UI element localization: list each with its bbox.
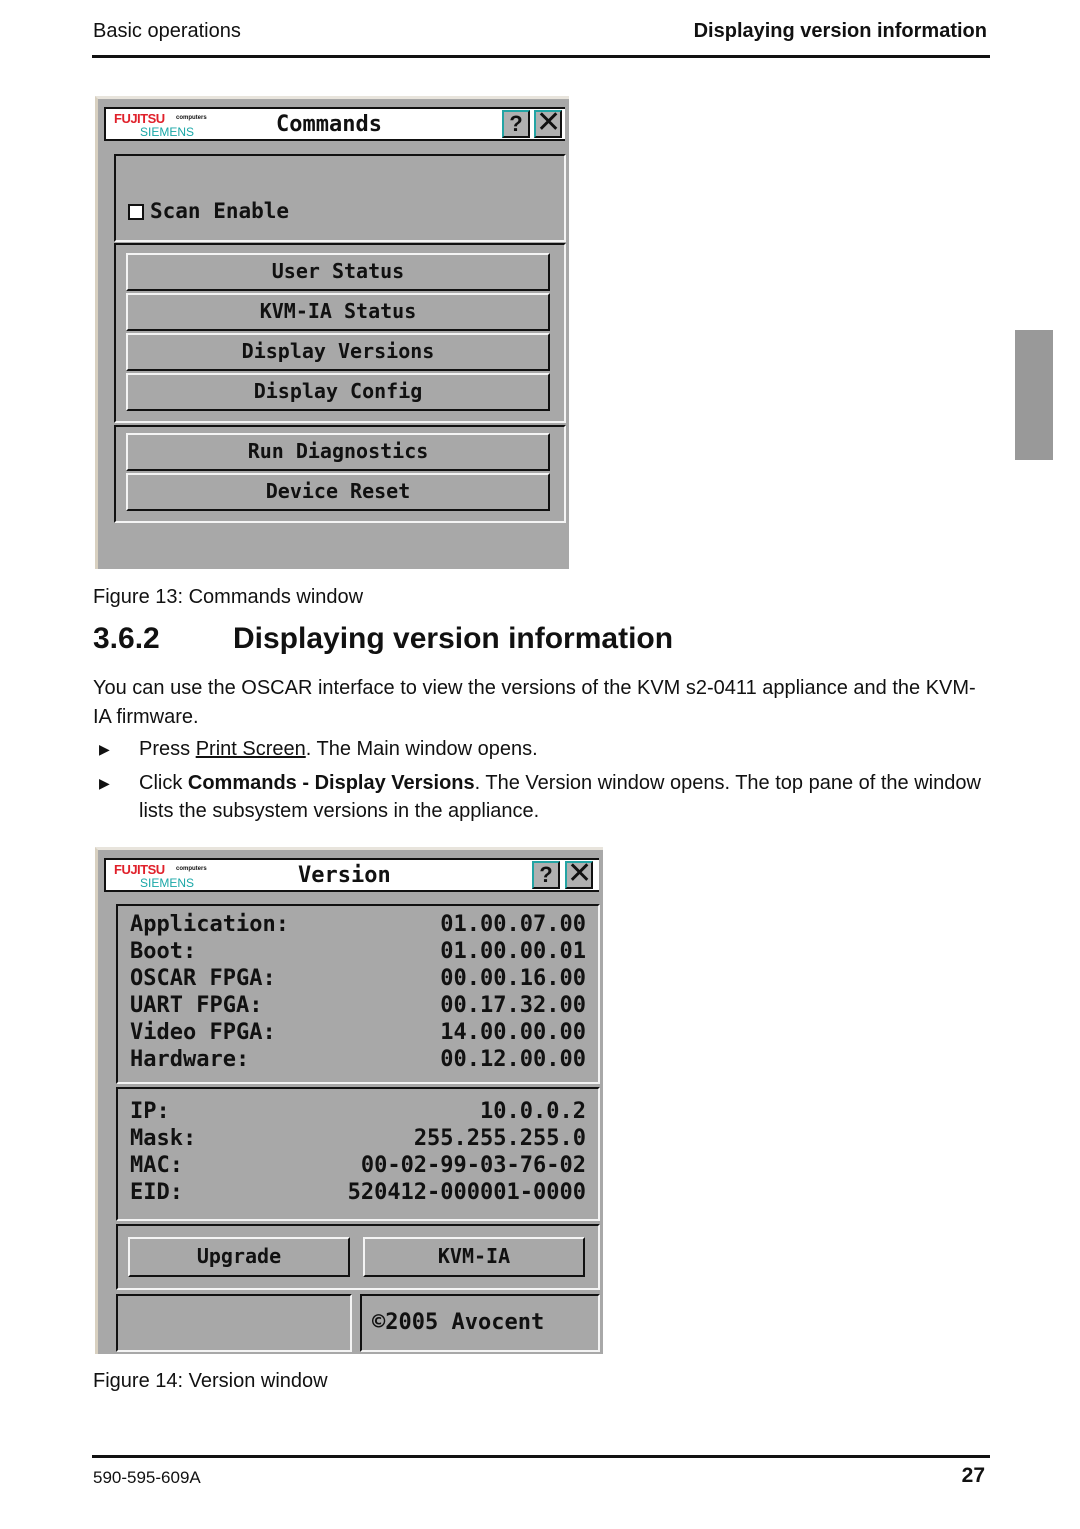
version-titlebar: FUJITSU computers SIEMENS Version ? ✕ <box>104 858 599 892</box>
display-versions-button[interactable]: Display Versions <box>126 333 550 371</box>
version-row: OSCAR FPGA: 00.00.16.00 <box>130 966 586 991</box>
display-config-button[interactable]: Display Config <box>126 373 550 411</box>
section-number: 3.6.2 <box>93 622 160 655</box>
network-pane: IP: 10.0.0.2 Mask: 255.255.255.0 MAC: 00-02… <box>116 1087 600 1221</box>
version-row: Hardware: 00.12.00.00 <box>130 1047 586 1072</box>
step-item: ▶ Click Commands - Display Versions. The… <box>93 769 993 825</box>
kvm-ia-status-button[interactable]: KVM-IA Status <box>126 293 550 331</box>
running-header-section: Basic operations <box>93 20 241 42</box>
figure-14-caption: Figure 14: Version window <box>93 1370 328 1392</box>
version-window: FUJITSU computers SIEMENS Version ? ✕ Ap… <box>95 847 603 1354</box>
scan-enable-label[interactable]: Scan Enable <box>150 199 289 223</box>
section-heading: 3.6.2 Displaying version information <box>93 622 673 656</box>
bullet-arrow-icon: ▶ <box>99 775 110 791</box>
figure-13-caption: Figure 13: Commands window <box>93 586 364 608</box>
scan-enable-checkbox[interactable] <box>128 204 144 220</box>
help-button[interactable]: ? <box>502 110 530 138</box>
network-row: Mask: 255.255.255.0 <box>130 1126 586 1151</box>
bullet-arrow-icon: ▶ <box>99 741 110 757</box>
device-reset-button[interactable]: Device Reset <box>126 473 550 511</box>
version-row: Application: 01.00.07.00 <box>130 912 586 937</box>
close-button[interactable]: ✕ <box>534 108 562 138</box>
page-number: 27 <box>961 1464 985 1487</box>
window-title: Version <box>298 863 391 888</box>
version-row: Video FPGA: 14.00.00.00 <box>130 1020 586 1045</box>
close-button[interactable]: ✕ <box>565 859 593 889</box>
version-row: Boot: 01.00.00.01 <box>130 939 586 964</box>
versions-pane: Application: 01.00.07.00 Boot: 01.00.00.01… <box>116 904 600 1084</box>
document-number: 590-595-609A <box>93 1468 201 1487</box>
fujitsu-siemens-logo: FUJITSU computers SIEMENS <box>114 862 207 890</box>
menu-path: Commands - Display Versions <box>187 772 475 794</box>
status-buttons-pane: User Status KVM-IA Status Display Versio… <box>114 243 566 423</box>
chapter-thumb-tab <box>1015 330 1053 460</box>
print-screen-key: Print Screen <box>195 738 306 760</box>
header-rule <box>92 55 990 58</box>
status-bar-right: ©2005 Avocent <box>360 1294 600 1352</box>
run-diagnostics-button[interactable]: Run Diagnostics <box>126 433 550 471</box>
status-bar-left <box>116 1294 352 1352</box>
network-row: EID: 520412-000001-0000 <box>130 1180 586 1205</box>
help-button[interactable]: ? <box>532 861 560 889</box>
maintenance-buttons-pane: Run Diagnostics Device Reset <box>114 425 566 523</box>
step-item: ▶ Press Print Screen. The Main window op… <box>93 735 993 763</box>
commands-titlebar: FUJITSU computers SIEMENS Commands ? ✕ <box>104 107 565 141</box>
network-row: MAC: 00-02-99-03-76-02 <box>130 1153 586 1178</box>
copyright-text: ©2005 Avocent <box>372 1310 545 1335</box>
window-title: Commands <box>276 112 382 137</box>
kvm-ia-button[interactable]: KVM-IA <box>363 1237 585 1277</box>
intro-paragraph: You can use the OSCAR interface to view … <box>93 677 976 728</box>
upgrade-button[interactable]: Upgrade <box>128 1237 350 1277</box>
fujitsu-siemens-logo: FUJITSU computers SIEMENS <box>114 111 207 139</box>
user-status-button[interactable]: User Status <box>126 253 550 291</box>
section-title: Displaying version information <box>233 622 674 655</box>
commands-window: FUJITSU computers SIEMENS Commands ? ✕ S… <box>95 96 569 569</box>
footer-rule <box>92 1455 990 1458</box>
actions-pane: Upgrade KVM-IA <box>116 1224 600 1290</box>
network-row: IP: 10.0.0.2 <box>130 1099 586 1124</box>
version-row: UART FPGA: 00.17.32.00 <box>130 993 586 1018</box>
scan-pane: Scan Enable <box>114 154 566 242</box>
running-header-topic: Displaying version information <box>693 20 987 42</box>
